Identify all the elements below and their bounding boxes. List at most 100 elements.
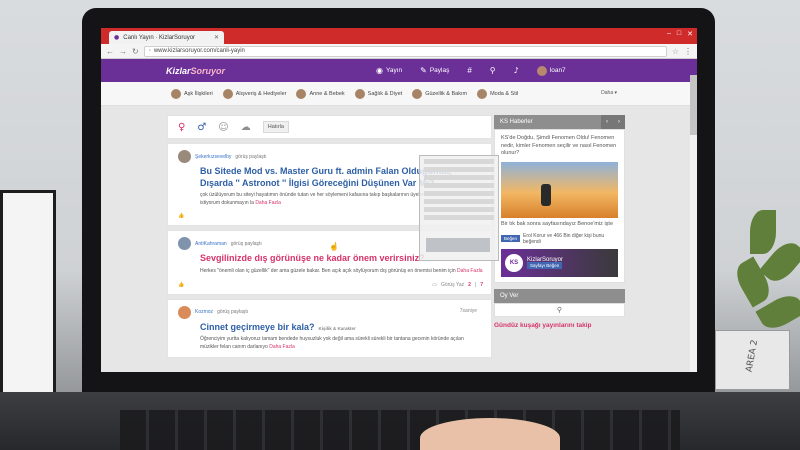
close-window-icon[interactable]: ✕ <box>687 30 693 38</box>
feed-post[interactable]: Kozmoz görüş paylaştı 7saniye Cinnet geç… <box>167 298 492 359</box>
poll-header: Oy Ver <box>494 288 625 303</box>
news-header: KS Haberler ‹ › <box>494 115 625 129</box>
promo-title[interactable]: Gündüz kuşağı yayınlarını takip <box>494 322 625 329</box>
categories-more[interactable]: Daha ▾ <box>601 90 617 96</box>
url-text: www.kizlarsoruyor.com/canli-yayin <box>153 48 245 54</box>
header-nav: ◉ Yayın ✎ Paylaş # ⚲ ♪ loan7 <box>376 59 566 82</box>
nav-search[interactable]: ⚲ <box>490 66 496 75</box>
tab-close-icon[interactable]: ✕ <box>214 34 219 41</box>
reload-icon[interactable]: ↻ <box>132 47 139 56</box>
photo-scene: AREA 2 ● Canlı Yayın · KizlarSoruyor ✕ –… <box>0 0 800 450</box>
category-icon <box>477 88 488 99</box>
favicon-icon: ● <box>114 34 120 41</box>
like-icon[interactable]: 👍 <box>178 282 184 288</box>
avatar[interactable] <box>178 305 191 319</box>
book-stack: AREA 2 <box>715 330 790 390</box>
search-icon: ⚲ <box>489 66 496 75</box>
facebook-like-button[interactable]: Beğen <box>501 235 521 243</box>
write-opinion-link[interactable]: Görüş Yaz <box>441 282 464 288</box>
post-body: Öğrenciyim yurtta kalıyoruz tamam bended… <box>200 336 464 350</box>
post-author[interactable]: AntiKahraman <box>195 241 227 247</box>
scrollbar[interactable] <box>690 75 697 372</box>
next-icon[interactable]: › <box>613 115 625 129</box>
category-icon <box>354 88 365 99</box>
news-card[interactable]: KS'de Doğdu, Şimdi Fenomen Oldu! Fenomen… <box>494 129 625 283</box>
minimize-icon[interactable]: – <box>667 30 671 38</box>
nav-hashtag[interactable]: # <box>467 66 471 75</box>
kizlarsoruyor-page-banner[interactable]: KS KizlarSoruyor Sayfayı Beğen <box>501 248 618 277</box>
back-icon[interactable]: ← <box>106 47 114 56</box>
pencil-icon: ✎ <box>420 66 427 75</box>
category-icon <box>171 88 181 99</box>
ks-logo-icon: KS <box>505 253 523 272</box>
search-icon: ⚲ <box>556 306 563 314</box>
wall-frame <box>0 190 56 420</box>
post-title[interactable]: Cinnet geçirmeye bir kala? Kişilik & Kara… <box>200 322 483 334</box>
facebook-like-row: Beğen Erol Korur ve 466 Bin diğer kişi b… <box>501 233 618 245</box>
category-item[interactable]: Alışveriş & Hediyeler <box>222 88 286 99</box>
nav-share[interactable]: ✎ Paylaş <box>420 66 449 75</box>
browser-tab[interactable]: ● Canlı Yayın · KizlarSoruyor ✕ <box>109 31 224 44</box>
post-stats: ▭ Görüş Yaz 2 | 7 <box>432 282 483 288</box>
person-icon[interactable]: ☺ <box>218 122 228 133</box>
post-tag[interactable]: Kişilik & Karakter <box>319 326 356 331</box>
post-footer: 👍 ▭ Görüş Yaz 2 | 7 <box>178 282 483 288</box>
address-bar[interactable]: ▫ www.kizlarsoruyor.com/canli-yayin <box>143 45 667 57</box>
chat-icon[interactable]: ☁ <box>241 122 251 133</box>
reply-count: 7 <box>480 281 483 288</box>
read-more-link[interactable]: Daha Fazla <box>457 268 483 274</box>
right-sidebar: KS Haberler ‹ › KS'de Doğdu, Şimdi Fenome… <box>494 115 625 329</box>
window-controls: – □ ✕ <box>667 30 693 38</box>
news-image[interactable] <box>501 162 618 219</box>
avatar[interactable] <box>178 150 191 163</box>
read-more-link[interactable]: Daha Fazla <box>269 344 295 350</box>
hand-cursor-icon: ☝ <box>329 242 339 251</box>
bookmark-star-icon[interactable]: ☆ <box>672 47 679 56</box>
site-logo[interactable]: KizlarSoruyor <box>166 66 225 76</box>
post-author[interactable]: Kozmoz <box>195 309 213 315</box>
avatar[interactable] <box>178 237 191 251</box>
site-header: KizlarSoruyor ◉ Yayın ✎ Paylaş # ⚲ ♪ loan7 <box>101 59 697 82</box>
male-icon[interactable]: ♂ <box>197 122 206 133</box>
page-like-button[interactable]: Sayfayı Beğen <box>527 261 563 269</box>
gender-filter: ♀ ♂ ☺ ☁ Hatırla <box>167 115 492 139</box>
browser-tabbar: ● Canlı Yayın · KizlarSoruyor ✕ – □ ✕ <box>101 28 697 44</box>
nav-notifications[interactable]: ♪ <box>514 66 519 75</box>
category-bar: Aşk İlişkileri Alışveriş & Hediyeler Ann… <box>101 82 697 106</box>
category-item[interactable]: Anne & Bebek <box>296 88 345 99</box>
browser-menu-icon[interactable]: ⋮ <box>684 47 692 56</box>
category-item[interactable]: Sağlık & Diyet <box>354 88 402 99</box>
news-more[interactable]: Bir tık bak sonra sayfasındayız Benoe'mi… <box>501 221 618 229</box>
category-item[interactable]: Moda & Stil <box>477 88 518 99</box>
popup-thumbnail[interactable] <box>426 238 490 252</box>
nav-live[interactable]: ◉ Yayın <box>376 66 402 75</box>
remember-chip[interactable]: Hatırla <box>262 121 289 133</box>
laptop-screen: ● Canlı Yayın · KizlarSoruyor ✕ – □ ✕ ← … <box>101 28 697 372</box>
comment-icon[interactable]: ▭ <box>432 282 437 288</box>
separator: | <box>474 281 477 288</box>
overlay-popup[interactable] <box>419 155 499 261</box>
category-item[interactable]: Aşk İlişkileri <box>171 88 213 99</box>
news-text: KS'de Doğdu, Şimdi Fenomen Oldu! Fenomen… <box>501 135 617 157</box>
prev-icon[interactable]: ‹ <box>601 115 613 129</box>
read-more-link[interactable]: Daha Fazla <box>255 200 281 206</box>
browser-toolbar: ← → ↻ ▫ www.kizlarsoruyor.com/canli-yayi… <box>101 44 697 59</box>
category-icon <box>222 88 233 99</box>
nav-user[interactable]: loan7 <box>536 65 566 76</box>
post-meta: Kozmoz görüş paylaştı <box>178 305 483 319</box>
post-author[interactable]: Şekerkızsevelby <box>195 154 231 160</box>
poll-search[interactable]: ⚲ <box>494 302 625 317</box>
hand <box>420 418 560 450</box>
tab-title: Canlı Yayın · KizlarSoruyor <box>123 34 196 41</box>
category-item[interactable]: Güzellik & Bakım <box>412 88 467 99</box>
female-icon[interactable]: ♀ <box>178 122 185 133</box>
keyboard <box>120 410 680 450</box>
forward-icon[interactable]: → <box>119 47 127 56</box>
post-body: Herkes "önemli olan iç güzellik" der ama… <box>200 268 483 275</box>
page-icon: ▫ <box>148 48 151 54</box>
opinion-count: 2 <box>468 281 471 288</box>
like-icon[interactable]: 👍 <box>178 213 184 219</box>
category-icon <box>296 88 307 99</box>
bell-icon: ♪ <box>513 66 519 75</box>
maximize-icon[interactable]: □ <box>677 30 681 38</box>
